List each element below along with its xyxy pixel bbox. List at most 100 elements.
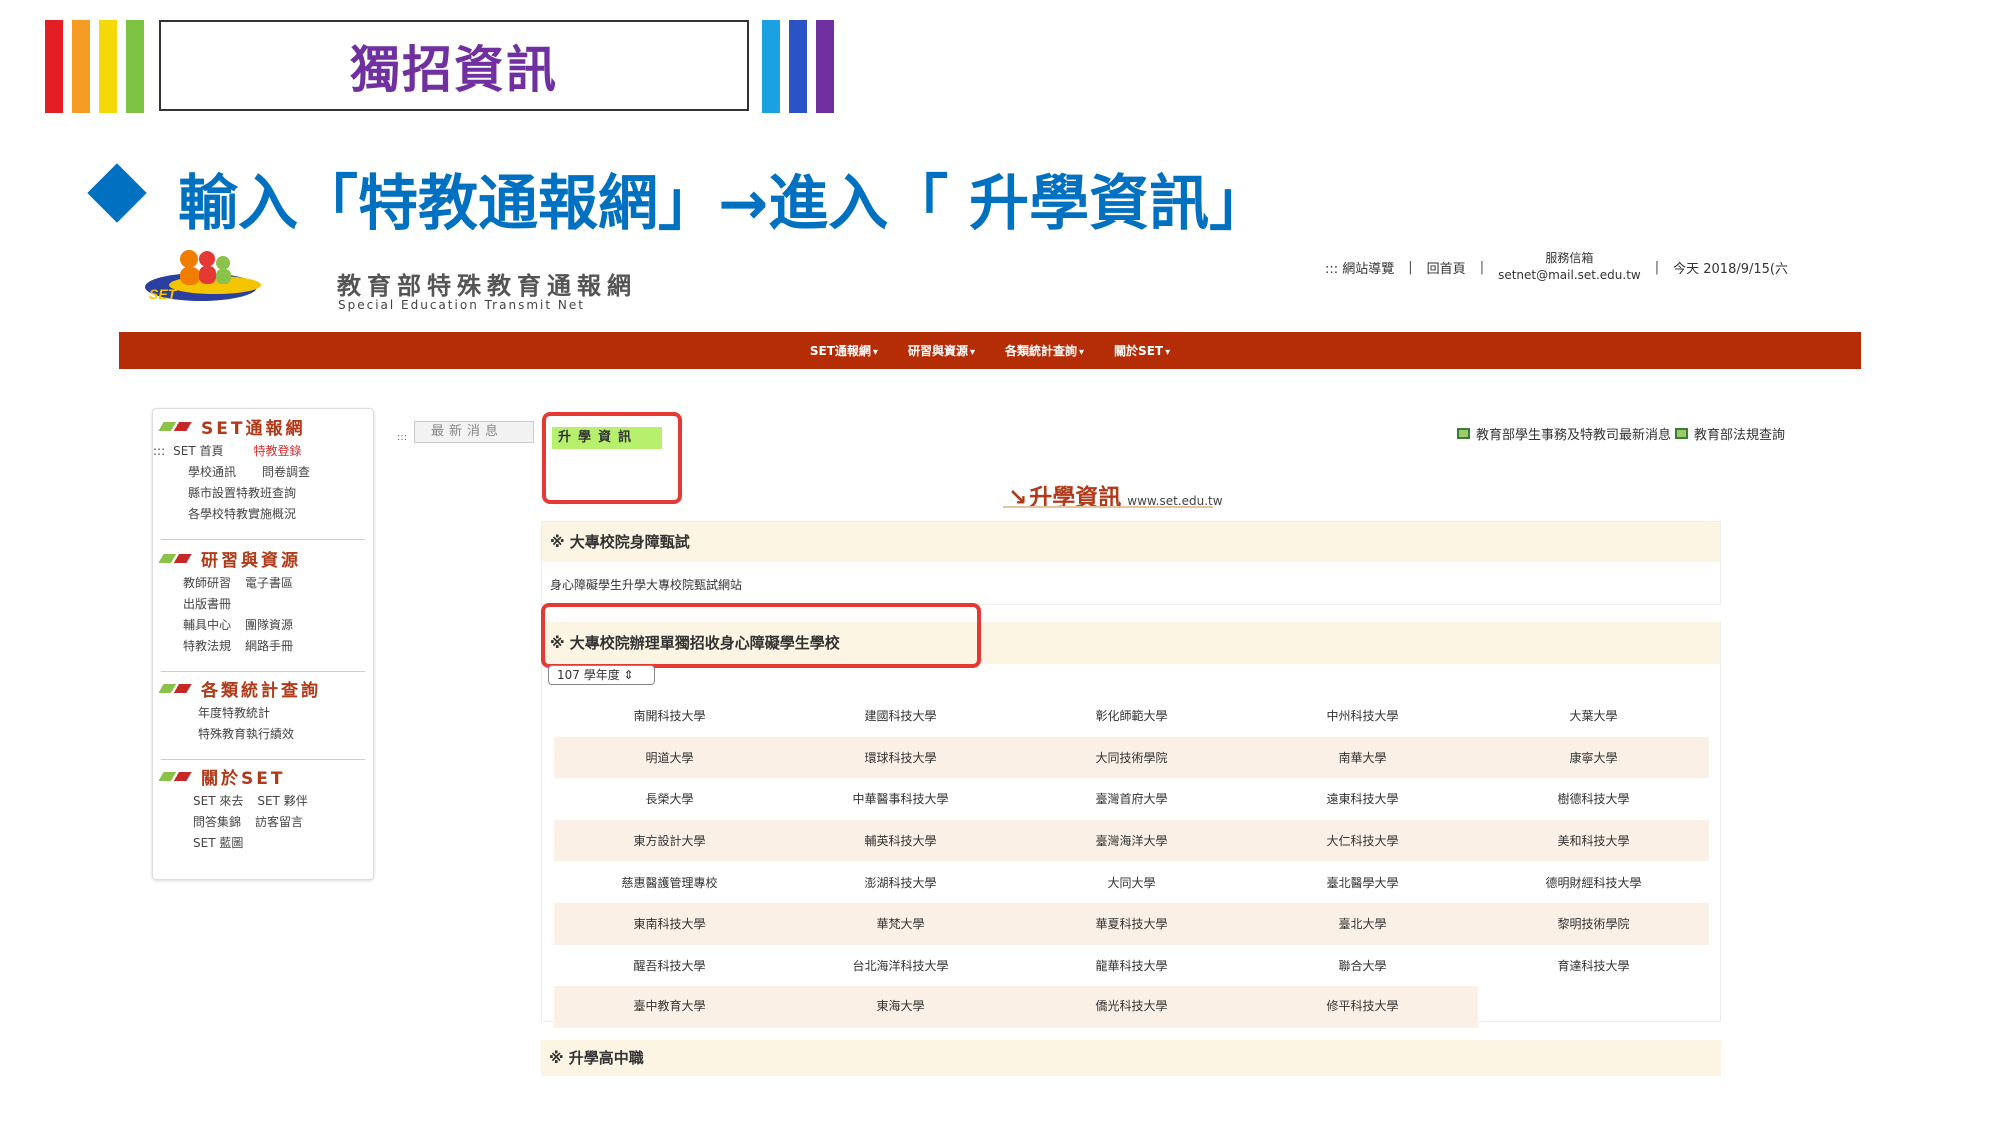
sidebar-item-teacher-training[interactable]: 教師研習 xyxy=(183,573,231,594)
today-date: 今天 2018/9/15(六 xyxy=(1673,261,1788,277)
school-link[interactable]: 東海大學 xyxy=(785,986,1016,1028)
school-link[interactable]: 台北海洋科技大學 xyxy=(785,957,1016,974)
school-link[interactable]: 華夏科技大學 xyxy=(1016,915,1247,932)
school-link[interactable]: 大同大學 xyxy=(1016,874,1247,891)
sidebar-section-about: 關於SET SET 來去 SET 夥伴 問答集錦 訪客留言 SET 藍圖 xyxy=(153,765,373,854)
school-link[interactable]: 美和科技大學 xyxy=(1478,832,1709,849)
sitemap-link[interactable]: ::: 網站導覽 xyxy=(1325,258,1394,277)
tab-dots: ::: xyxy=(397,432,408,443)
sidebar-section-set: SET通報網 ::: SET 首頁 特教登錄 學校通訊 問卷調查 縣市設置特教班查詢… xyxy=(153,415,373,525)
sidebar-item-regulations[interactable]: 特教法規 xyxy=(183,636,231,657)
school-link[interactable]: 修平科技大學 xyxy=(1247,986,1478,1028)
nav-statistics[interactable]: 各類統計查詢 xyxy=(1005,342,1084,359)
highlight-admission-tab xyxy=(542,412,682,504)
mail-address: setnet@mail.set.edu.tw xyxy=(1498,268,1641,282)
school-link[interactable]: 臺灣海洋大學 xyxy=(1016,832,1247,849)
school-link[interactable]: 澎湖科技大學 xyxy=(785,874,1016,891)
sidebar-item-blueprint[interactable]: SET 藍圖 xyxy=(193,833,243,854)
school-row: 東方設計大學 輔英科技大學 臺灣海洋大學 大仁科技大學 美和科技大學 xyxy=(554,819,1709,862)
school-link[interactable]: 明道大學 xyxy=(554,749,785,766)
school-link[interactable]: 南開科技大學 xyxy=(554,707,785,724)
sidebar-section-statistics: 各類統計查詢 年度特教統計 特殊教育執行績效 xyxy=(153,677,373,745)
school-row: 明道大學 環球科技大學 大同技術學院 南華大學 康寧大學 xyxy=(554,736,1709,779)
school-link[interactable]: 康寧大學 xyxy=(1478,749,1709,766)
school-link[interactable]: 臺北醫學大學 xyxy=(1247,874,1478,891)
sidebar-item-publications[interactable]: 出版書冊 xyxy=(183,594,231,615)
sidebar-item-aids-center[interactable]: 輔具中心 xyxy=(183,615,231,636)
sidebar-item-ebooks[interactable]: 電子書區 xyxy=(245,573,293,594)
school-link[interactable]: 彰化師範大學 xyxy=(1016,707,1247,724)
sidebar-item-survey[interactable]: 問卷調查 xyxy=(262,462,310,483)
school-link[interactable]: 大仁科技大學 xyxy=(1247,832,1478,849)
sidebar-item-faq[interactable]: 問答集錦 xyxy=(193,812,241,833)
school-link[interactable]: 臺北大學 xyxy=(1247,915,1478,932)
school-link[interactable]: 德明財經科技大學 xyxy=(1478,874,1709,891)
school-link[interactable]: 長榮大學 xyxy=(554,790,785,807)
mail-label: 服務信箱 xyxy=(1545,251,1594,265)
section-mark-icon xyxy=(158,683,192,693)
bullet-diamond-icon xyxy=(87,163,147,223)
sidebar-item-handbook[interactable]: 網路手冊 xyxy=(245,636,293,657)
school-link[interactable]: 醒吾科技大學 xyxy=(554,957,785,974)
sidebar-item-set-partners[interactable]: SET 夥伴 xyxy=(257,791,307,812)
section-mark-icon xyxy=(158,771,192,781)
sidebar-heading: 研習與資源 xyxy=(201,550,301,571)
school-link[interactable]: 育達科技大學 xyxy=(1478,957,1709,974)
school-row: 慈惠醫護管理專校 澎湖科技大學 大同大學 臺北醫學大學 德明財經科技大學 xyxy=(554,861,1709,903)
school-link[interactable]: 中州科技大學 xyxy=(1247,707,1478,724)
sidebar-item-set-history[interactable]: SET 來去 xyxy=(193,791,243,812)
sidebar-item-performance[interactable]: 特殊教育執行績效 xyxy=(198,724,294,745)
nav-training-resources[interactable]: 研習與資源 xyxy=(908,342,975,359)
school-link[interactable]: 南華大學 xyxy=(1247,749,1478,766)
school-link[interactable]: 龍華科技大學 xyxy=(1016,957,1247,974)
sidebar-item-annual-stats[interactable]: 年度特教統計 xyxy=(198,703,270,724)
color-bar-left-3 xyxy=(99,20,117,113)
school-row: 臺中教育大學 東海大學 僑光科技大學 修平科技大學 xyxy=(554,986,1709,1028)
school-link[interactable]: 華梵大學 xyxy=(785,915,1016,932)
school-link[interactable]: 黎明技術學院 xyxy=(1478,915,1709,932)
tab-latest-news[interactable]: 最新消息 xyxy=(414,421,534,443)
home-link[interactable]: 回首頁 xyxy=(1427,258,1466,277)
link-exam-website[interactable]: 身心障礙學生升學大專校院甄試網站 xyxy=(550,578,742,592)
sidebar-item-guestbook[interactable]: 訪客留言 xyxy=(255,812,303,833)
sidebar-item-home[interactable]: SET 首頁 xyxy=(173,441,223,462)
nav-about-set[interactable]: 關於SET xyxy=(1114,342,1170,359)
sidebar-heading: 關於SET xyxy=(201,768,286,789)
school-link[interactable]: 環球科技大學 xyxy=(785,749,1016,766)
green-square-icon xyxy=(1675,428,1689,439)
sidebar-item-newsletter[interactable]: 學校通訊 xyxy=(188,462,236,483)
school-link[interactable]: 聯合大學 xyxy=(1247,957,1478,974)
link-moe-news[interactable]: 教育部學生事務及特教司最新消息 xyxy=(1476,424,1671,443)
school-link[interactable]: 建國科技大學 xyxy=(785,707,1016,724)
school-link[interactable]: 大同技術學院 xyxy=(1016,749,1247,766)
school-link[interactable]: 臺中教育大學 xyxy=(554,986,785,1028)
service-mail-link[interactable]: 服務信箱 setnet@mail.set.edu.tw xyxy=(1498,250,1641,284)
sidebar-item-school-overview[interactable]: 各學校特教實施概況 xyxy=(188,504,296,525)
sidebar-item-team-resources[interactable]: 團隊資源 xyxy=(245,615,293,636)
school-link[interactable]: 東方設計大學 xyxy=(554,832,785,849)
nav-set-net[interactable]: SET通報網 xyxy=(810,342,878,359)
color-bars-right xyxy=(762,20,843,113)
school-link[interactable]: 僑光科技大學 xyxy=(1016,986,1247,1028)
panel-heading: ※ 升學高中職 xyxy=(541,1040,1721,1076)
school-link[interactable]: 輔英科技大學 xyxy=(785,832,1016,849)
school-link[interactable]: 樹德科技大學 xyxy=(1478,790,1709,807)
link-moe-regulations[interactable]: 教育部法規查詢 xyxy=(1694,424,1785,443)
year-select[interactable]: 107 學年度 ⇕ xyxy=(548,665,655,685)
school-link[interactable]: 東南科技大學 xyxy=(554,915,785,932)
sidebar-item-class-query[interactable]: 縣市設置特教班查詢 xyxy=(188,483,296,504)
sidebar-item-register[interactable]: 特教登錄 xyxy=(254,441,302,462)
section-mark-icon xyxy=(158,553,192,563)
school-link[interactable]: 遠東科技大學 xyxy=(1247,790,1478,807)
school-row: 東南科技大學 華梵大學 華夏科技大學 臺北大學 黎明技術學院 xyxy=(554,902,1709,945)
school-row: 南開科技大學 建國科技大學 彰化師範大學 中州科技大學 大葉大學 xyxy=(554,695,1709,737)
school-link[interactable]: 臺灣首府大學 xyxy=(1016,790,1247,807)
sidebar-section-resources: 研習與資源 教師研習 電子書區 出版書冊 輔具中心 團隊資源 特教法規 網路手冊 xyxy=(153,547,373,657)
school-link[interactable]: 慈惠醫護管理專校 xyxy=(554,874,785,891)
school-link[interactable]: 中華醫事科技大學 xyxy=(785,790,1016,807)
slide-title: 獨招資訊 xyxy=(350,40,558,99)
sidebar-heading: 各類統計查詢 xyxy=(201,680,321,701)
main-navbar: SET通報網 研習與資源 各類統計查詢 關於SET xyxy=(119,332,1861,369)
school-link[interactable]: 大葉大學 xyxy=(1478,707,1709,724)
sidebar-heading: SET通報網 xyxy=(201,418,306,439)
